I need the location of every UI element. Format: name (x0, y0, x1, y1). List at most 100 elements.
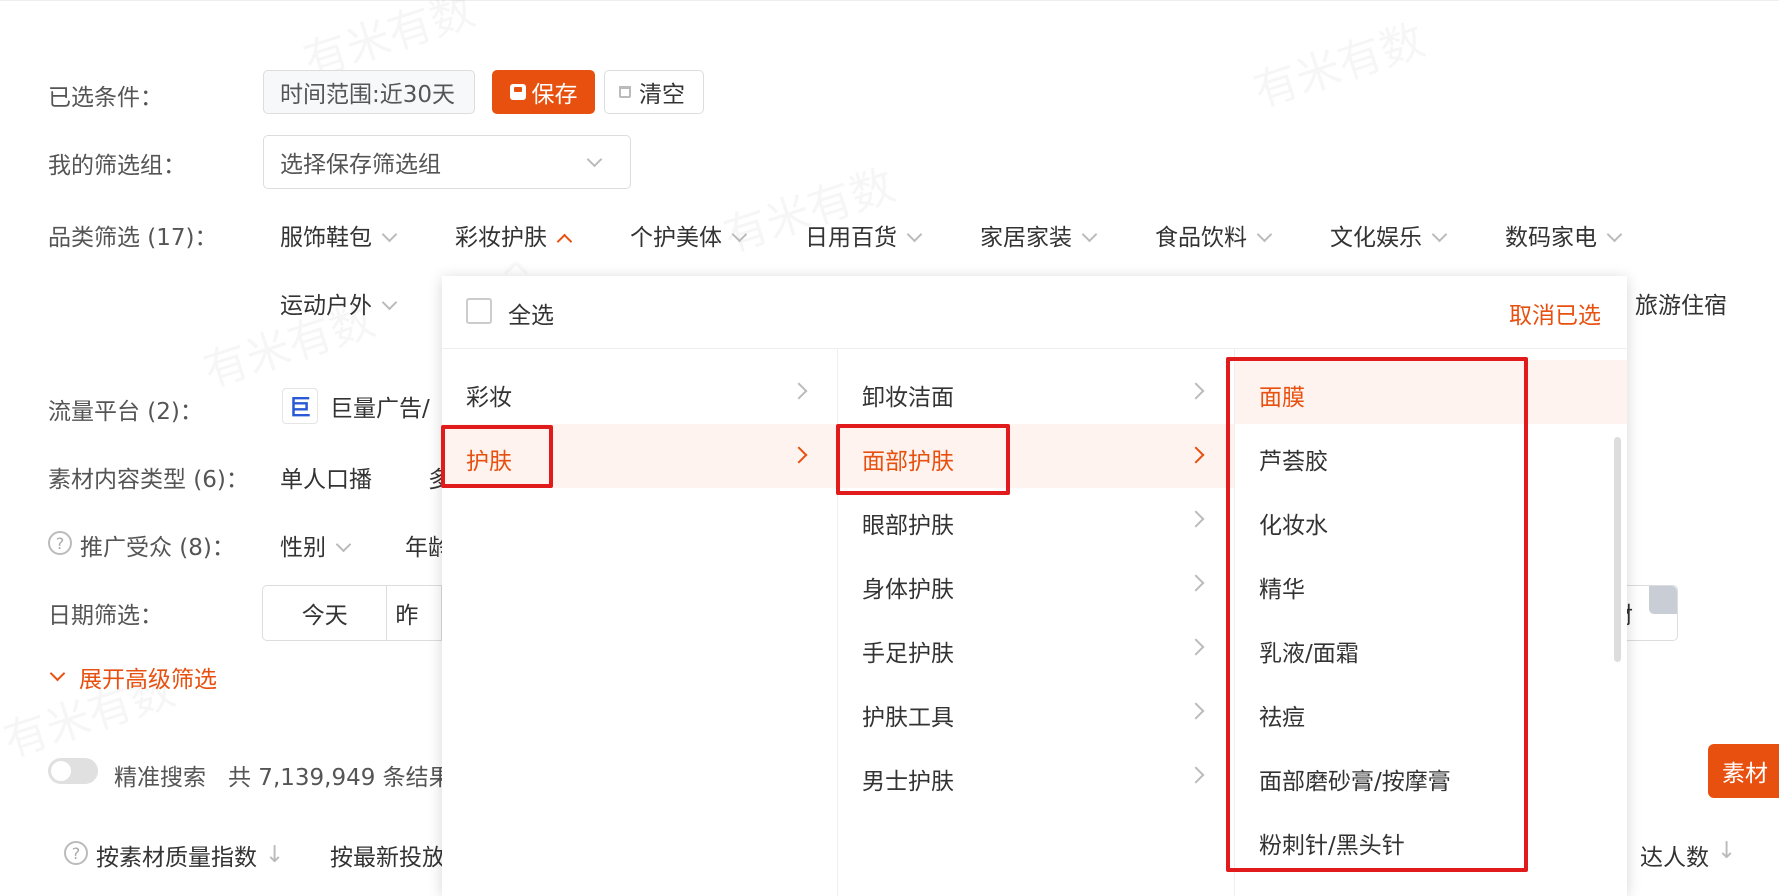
level2-item-label: 身体护肤 (862, 577, 954, 603)
cancel-selected-link[interactable]: 取消已选 (1509, 296, 1601, 330)
chevron-down-icon (1606, 226, 1623, 243)
level1-item-active[interactable]: 护肤 (442, 424, 837, 488)
level3-item-label: 芦荟胶 (1259, 449, 1328, 475)
category-item[interactable]: 家居家装 (980, 218, 1098, 252)
expand-advanced-filter[interactable]: 展开高级筛选 (49, 660, 217, 694)
filter-group-select[interactable]: 选择保存筛选组 (263, 135, 631, 189)
category-item[interactable]: 服饰鞋包 (280, 218, 398, 252)
expand-advanced-label: 展开高级筛选 (79, 667, 217, 693)
category-item[interactable]: 数码家电 (1505, 218, 1623, 252)
precise-search-label: 精准搜索 (114, 765, 206, 791)
audience-gender[interactable]: 性别 (280, 528, 352, 562)
level3-item[interactable]: 化妆水 (1235, 488, 1627, 552)
chevron-right-icon (790, 446, 808, 464)
watermark: 有米有数 (1244, 4, 1431, 119)
material-button[interactable]: 素材 (1708, 744, 1779, 798)
time-range-chip[interactable]: 时间范围:近30天 (263, 70, 475, 114)
clear-button-label: 清空 (639, 82, 685, 108)
dropdown-scrollbar[interactable] (1614, 437, 1621, 662)
level2-item[interactable]: 护肤工具 (838, 680, 1234, 744)
date-segmented-control: 今天 昨 (262, 585, 442, 641)
category-filter-label: 品类筛选 (17)： (48, 225, 218, 251)
sort-quality-label: 按素材质量指数 (96, 845, 257, 871)
platform-logo-icon: 巨 (282, 388, 318, 424)
level2-column: 卸妆洁面 面部护肤 眼部护肤 身体护肤 手足护肤 护肤工具 男士护肤 (838, 349, 1235, 896)
sort-talent-label: 达人数 (1640, 845, 1709, 871)
arrow-down-icon: ↓ (1717, 838, 1737, 864)
category-item[interactable]: 食品饮料 (1155, 218, 1273, 252)
audience-label-text: 推广受众 (8)： (80, 535, 235, 561)
level2-item-label: 眼部护肤 (862, 513, 954, 539)
save-button[interactable]: 保存 (492, 70, 595, 114)
date-filter-label: 日期筛选： (48, 603, 163, 629)
level1-item-label: 彩妆 (466, 385, 512, 411)
chevron-right-icon (1187, 766, 1205, 784)
trash-icon (619, 86, 631, 98)
sort-quality[interactable]: ? 按素材质量指数 ↓ (64, 838, 284, 872)
level3-item[interactable]: 面部磨砂膏/按摩膏 (1235, 744, 1627, 808)
select-all-label[interactable]: 全选 (508, 296, 554, 330)
level2-item[interactable]: 手足护肤 (838, 616, 1234, 680)
date-yesterday-option[interactable]: 昨 (387, 586, 441, 640)
level3-item[interactable]: 乳液/面霜 (1235, 616, 1627, 680)
result-count: 共 7,139,949 条结果 (228, 765, 452, 791)
chevron-down-icon (1081, 226, 1098, 243)
level2-item[interactable]: 眼部护肤 (838, 488, 1234, 552)
level3-item[interactable]: 芦荟胶 (1235, 424, 1627, 488)
chevron-down-icon (731, 226, 748, 243)
platform-item[interactable]: 巨 巨量广告/ (282, 388, 430, 424)
chevron-down-icon (381, 294, 398, 311)
select-all-checkbox[interactable] (466, 298, 492, 324)
category-item[interactable]: 文化娱乐 (1330, 218, 1448, 252)
content-type-label: 素材内容类型 (6)： (48, 467, 249, 493)
level3-item[interactable]: 祛痘 (1235, 680, 1627, 744)
sort-talent[interactable]: 达人数 ↓ (1640, 838, 1736, 872)
chevron-right-icon (1187, 446, 1205, 464)
category-item[interactable]: 旅游住宿 (1635, 286, 1727, 320)
category-item-active[interactable]: 彩妆护肤 (455, 218, 573, 252)
level3-item-label: 化妆水 (1259, 513, 1328, 539)
level3-item[interactable]: 粉刺针/黑头针 (1235, 808, 1627, 872)
level2-item-active[interactable]: 面部护肤 (838, 424, 1234, 488)
level2-item-label: 卸妆洁面 (862, 385, 954, 411)
level1-item-label: 护肤 (466, 449, 512, 475)
level3-item-label: 面膜 (1259, 385, 1305, 411)
chevron-down-icon (586, 151, 603, 168)
chevron-down-icon (381, 226, 398, 243)
check-icon (1649, 586, 1677, 614)
level3-item[interactable]: 精华 (1235, 552, 1627, 616)
chevron-right-icon (790, 382, 808, 400)
category-item[interactable]: 运动户外 (280, 286, 398, 320)
sort-latest[interactable]: 按最新投放 (330, 838, 445, 872)
category-item[interactable]: 日用百货 (805, 218, 923, 252)
chevron-up-icon (556, 233, 573, 250)
level2-item[interactable]: 卸妆洁面 (838, 360, 1234, 424)
category-item[interactable]: 个护美体 (630, 218, 748, 252)
chevron-down-icon (49, 665, 66, 681)
help-icon[interactable]: ? (64, 841, 88, 865)
chevron-down-icon (1431, 226, 1448, 243)
precise-search-toggle[interactable] (48, 758, 98, 784)
level2-item[interactable]: 男士护肤 (838, 744, 1234, 808)
help-icon[interactable]: ? (48, 531, 72, 555)
level2-item-label: 手足护肤 (862, 641, 954, 667)
clear-button[interactable]: 清空 (604, 70, 704, 114)
arrow-down-icon: ↓ (265, 842, 285, 868)
chevron-down-icon (906, 226, 923, 243)
platform-label: 流量平台 (2)： (48, 399, 203, 425)
category-dropdown-panel: 全选 取消已选 彩妆 护肤 卸妆洁面 面部护肤 眼部护肤 身体护肤 手足护肤 护… (442, 276, 1627, 896)
level2-item[interactable]: 身体护肤 (838, 552, 1234, 616)
chevron-down-icon (1256, 226, 1273, 243)
filter-group-label: 我的筛选组： (48, 153, 186, 179)
selected-conditions-label: 已选条件： (48, 85, 163, 111)
level1-item[interactable]: 彩妆 (442, 360, 837, 424)
content-type-item[interactable]: 单人口播 (280, 460, 372, 494)
level2-item-label: 面部护肤 (862, 449, 954, 475)
top-divider (0, 0, 1779, 1)
level3-item-active[interactable]: 面膜 (1235, 360, 1627, 424)
level3-item-label: 面部磨砂膏/按摩膏 (1259, 769, 1451, 795)
chevron-right-icon (1187, 510, 1205, 528)
save-button-label: 保存 (531, 82, 578, 108)
date-today-option[interactable]: 今天 (263, 586, 388, 640)
level3-column: 面膜 芦荟胶 化妆水 精华 乳液/面霜 祛痘 面部磨砂膏/按摩膏 粉刺针/黑头针 (1235, 349, 1627, 896)
